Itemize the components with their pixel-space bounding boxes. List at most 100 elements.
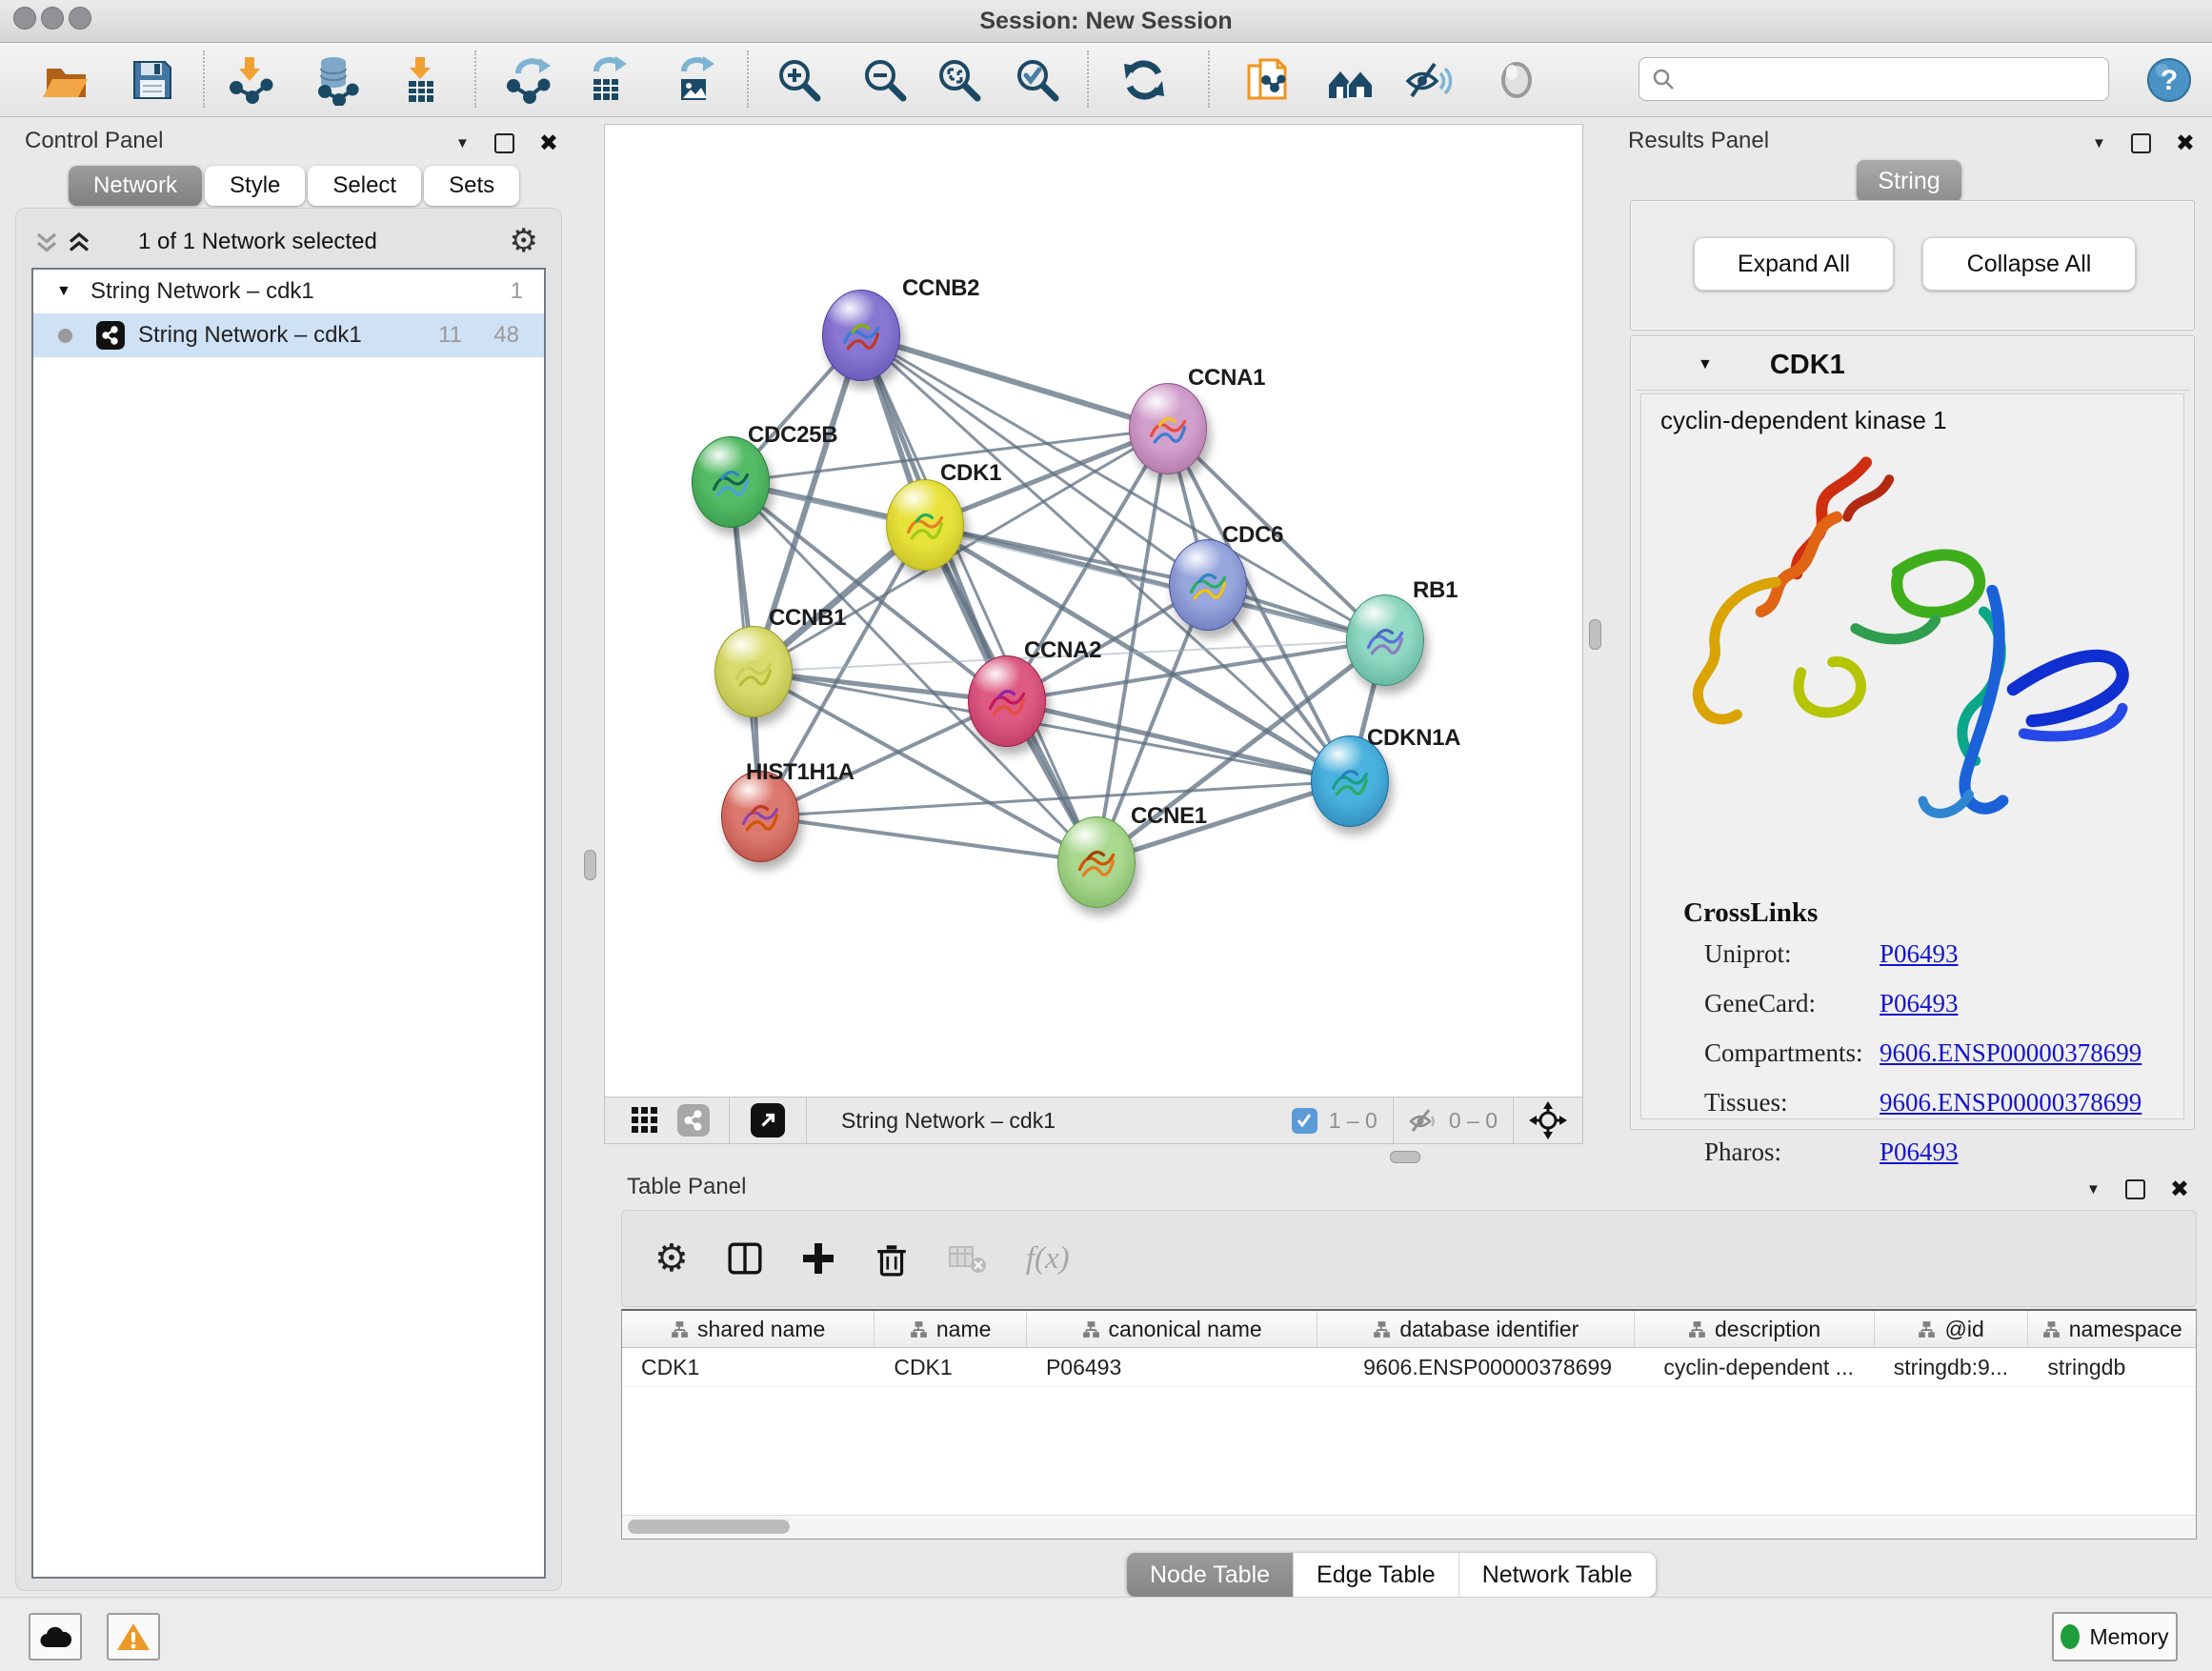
- network-tree-child-row[interactable]: String Network – cdk1 11 48: [33, 313, 544, 357]
- pharos-link[interactable]: P06493: [1880, 1137, 1959, 1167]
- zoom-out-button[interactable]: [857, 52, 913, 108]
- tab-network-table[interactable]: Network Table: [1459, 1553, 1656, 1597]
- home-button[interactable]: [1323, 52, 1378, 108]
- hide-selected-button[interactable]: [1400, 52, 1456, 108]
- refresh-button[interactable]: [1116, 52, 1172, 108]
- column-header-shared-name[interactable]: shared name: [622, 1311, 875, 1347]
- network-options-gear-icon[interactable]: ⚙: [510, 222, 538, 260]
- show-all-button[interactable]: [1489, 52, 1544, 108]
- column-header-namespace[interactable]: namespace: [2028, 1311, 2196, 1347]
- table-options-gear-icon[interactable]: ⚙: [654, 1239, 689, 1278]
- export-image-button[interactable]: [667, 52, 722, 108]
- panel-close-icon[interactable]: ✖: [2170, 1176, 2189, 1203]
- column-header-canonical-name[interactable]: canonical name: [1027, 1311, 1317, 1347]
- birds-eye-view-icon[interactable]: [751, 1103, 785, 1137]
- tab-select[interactable]: Select: [308, 166, 421, 206]
- network-node-cdc25b[interactable]: [692, 436, 770, 528]
- column-header-database-identifier[interactable]: database identifier: [1317, 1311, 1635, 1347]
- fit-selected-crosshair-icon[interactable]: [1529, 1101, 1567, 1139]
- panel-close-icon[interactable]: ✖: [539, 130, 558, 157]
- tab-edge-table[interactable]: Edge Table: [1294, 1553, 1459, 1597]
- attribute-tree-icon: [1373, 1320, 1391, 1339]
- zoom-selected-button[interactable]: [1010, 52, 1065, 108]
- grid-view-icon[interactable]: [630, 1105, 660, 1136]
- right-splitter-handle[interactable]: [1589, 619, 1601, 650]
- cloud-status-button[interactable]: [29, 1613, 82, 1661]
- cell-namespace[interactable]: stringdb: [2028, 1348, 2196, 1386]
- network-node-label-ccnb2: CCNB2: [902, 275, 979, 302]
- network-node-ccnb2[interactable]: [822, 290, 900, 381]
- expand-all-icon[interactable]: [68, 232, 90, 254]
- tab-style[interactable]: Style: [205, 166, 305, 206]
- help-button[interactable]: ?: [2142, 52, 2197, 108]
- memory-button[interactable]: Memory: [2052, 1612, 2178, 1661]
- cell-shared-name[interactable]: CDK1: [622, 1348, 875, 1386]
- zoom-fit-button[interactable]: [932, 52, 987, 108]
- tissues-link[interactable]: 9606.ENSP00000378699: [1880, 1088, 2142, 1117]
- network-node-rb1[interactable]: [1346, 594, 1424, 686]
- export-network-button[interactable]: [501, 52, 556, 108]
- genecard-link[interactable]: P06493: [1880, 989, 1959, 1018]
- network-canvas[interactable]: CCNB2CCNA1CDC25BCDK1CDC6RB1CCNB1CCNA2CDK…: [605, 125, 1582, 1097]
- table-toolbar: ⚙ f(x): [621, 1210, 2197, 1307]
- cell-name[interactable]: CDK1: [875, 1348, 1027, 1386]
- panel-float-icon[interactable]: ▼: [2092, 135, 2106, 151]
- tab-string[interactable]: String: [1857, 160, 1961, 202]
- table-row[interactable]: CDK1 CDK1 P06493 9606.ENSP00000378699 cy…: [622, 1348, 2196, 1387]
- panel-maximize-icon[interactable]: [494, 133, 514, 153]
- import-network-button[interactable]: [222, 52, 277, 108]
- panel-float-icon[interactable]: ▼: [455, 135, 470, 151]
- node-entry-header[interactable]: ▼ CDK1: [1635, 340, 2190, 391]
- network-node-cdc6[interactable]: [1169, 539, 1247, 631]
- warnings-button[interactable]: [107, 1613, 160, 1661]
- import-network-icon: [224, 54, 275, 106]
- search-field[interactable]: [1639, 57, 2109, 101]
- selected-nodes-checkbox[interactable]: [1292, 1108, 1317, 1134]
- cell-description[interactable]: cyclin-dependent ...: [1635, 1348, 1874, 1386]
- cell-database-identifier[interactable]: 9606.ENSP00000378699: [1317, 1348, 1635, 1386]
- left-splitter-handle[interactable]: [584, 850, 596, 880]
- column-header-id[interactable]: @id: [1875, 1311, 2029, 1347]
- column-header-description[interactable]: description: [1635, 1311, 1874, 1347]
- expand-all-button[interactable]: Expand All: [1694, 237, 1894, 291]
- entry-expander-icon[interactable]: ▼: [1698, 356, 1713, 373]
- hidden-items-icon[interactable]: [1407, 1104, 1439, 1137]
- network-node-cdk1[interactable]: [886, 479, 964, 571]
- horizontal-scrollbar[interactable]: [622, 1515, 2196, 1539]
- string-view-icon[interactable]: [677, 1104, 710, 1137]
- tab-sets[interactable]: Sets: [424, 166, 519, 206]
- export-table-button[interactable]: [579, 52, 634, 108]
- cell-canonical-name[interactable]: P06493: [1027, 1348, 1317, 1386]
- collapse-all-icon[interactable]: [35, 232, 58, 254]
- column-header-name[interactable]: name: [875, 1311, 1027, 1347]
- show-columns-icon[interactable]: [727, 1240, 763, 1277]
- search-input[interactable]: [1676, 66, 2108, 93]
- network-node-ccna1[interactable]: [1129, 383, 1207, 474]
- network-edges: [605, 125, 1582, 1097]
- horizontal-splitter-handle[interactable]: [1390, 1151, 1420, 1163]
- save-session-button[interactable]: [125, 52, 180, 108]
- tree-expander-icon[interactable]: ▼: [56, 283, 71, 300]
- cell-id[interactable]: stringdb:9...: [1875, 1348, 2029, 1386]
- panel-float-icon[interactable]: ▼: [2086, 1181, 2101, 1198]
- open-session-button[interactable]: [38, 52, 93, 108]
- uniprot-link[interactable]: P06493: [1880, 939, 1959, 969]
- delete-column-icon[interactable]: [874, 1240, 910, 1277]
- zoom-in-button[interactable]: [772, 52, 827, 108]
- clone-network-button[interactable]: [1238, 52, 1294, 108]
- panel-maximize-icon[interactable]: [2131, 133, 2151, 153]
- import-network-from-database-button[interactable]: [307, 52, 362, 108]
- add-column-icon[interactable]: [801, 1241, 835, 1276]
- compartments-link[interactable]: 9606.ENSP00000378699: [1880, 1038, 2142, 1068]
- tab-network[interactable]: Network: [69, 166, 202, 206]
- tab-node-table[interactable]: Node Table: [1127, 1553, 1294, 1597]
- collapse-all-button[interactable]: Collapse All: [1922, 237, 2136, 291]
- scrollbar-thumb[interactable]: [628, 1520, 790, 1534]
- network-node-ccnb1[interactable]: [714, 626, 793, 717]
- import-table-button[interactable]: [392, 52, 448, 108]
- panel-maximize-icon[interactable]: [2125, 1179, 2145, 1199]
- network-node-ccna2[interactable]: [968, 655, 1046, 747]
- network-node-ccne1[interactable]: [1057, 816, 1136, 908]
- panel-close-icon[interactable]: ✖: [2176, 130, 2195, 157]
- network-tree-root-row[interactable]: ▼ String Network – cdk1 1: [33, 270, 544, 313]
